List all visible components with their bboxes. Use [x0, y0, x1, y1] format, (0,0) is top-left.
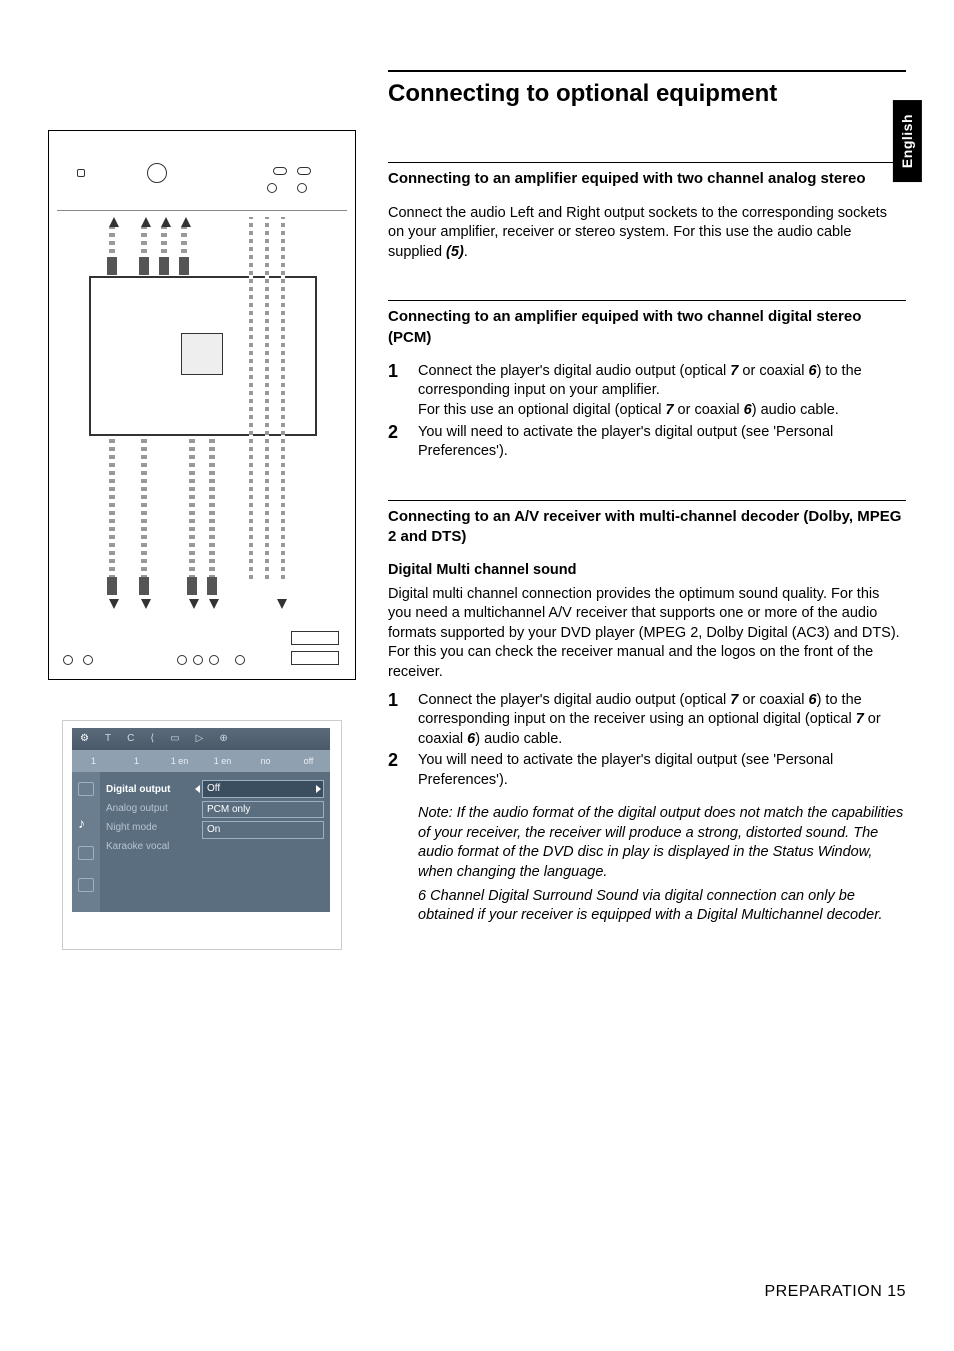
step-item: 1 Connect the player's digital audio out…: [388, 691, 906, 750]
page-title: Connecting to optional equipment: [388, 70, 906, 110]
osd-option: PCM only: [202, 801, 324, 819]
language-tab: English: [893, 100, 922, 182]
osd-menu-item: Karaoke vocal: [106, 837, 190, 856]
step-body: Connect the player's digital audio outpu…: [418, 691, 906, 750]
sub-heading: Digital Multi channel sound: [388, 561, 906, 581]
osd-top-icon: C: [127, 732, 134, 746]
step-number: 2: [388, 423, 404, 462]
connection-diagram: [48, 130, 356, 680]
section-title: Connecting to an amplifier equiped with …: [388, 162, 906, 189]
section-av-receiver: Connecting to an A/V receiver with multi…: [388, 500, 906, 930]
step-item: 2 You will need to activate the player's…: [388, 751, 906, 930]
osd-status: off: [287, 750, 330, 772]
page-footer: PREPARATION 15: [764, 1281, 906, 1303]
osd-status: no: [244, 750, 287, 772]
osd-tab-icon: [78, 878, 94, 892]
osd-top-icon: ⟨: [150, 732, 154, 746]
step-number: 1: [388, 691, 404, 750]
step-item: 2 You will need to activate the player's…: [388, 423, 906, 462]
body-text: Connect the audio Left and Right output …: [388, 204, 906, 263]
step-number: 1: [388, 362, 404, 421]
osd-status: 1 en: [201, 750, 244, 772]
osd-status: 1: [115, 750, 158, 772]
left-column: ⚙ T C ⟨ ▭ ▷ ⊕ 1 1 1 en 1 en no off: [48, 70, 356, 968]
page-content: ⚙ T C ⟨ ▭ ▷ ⊕ 1 1 1 en 1 en no off: [0, 0, 954, 968]
step-body: You will need to activate the player's d…: [418, 751, 906, 930]
right-column: Connecting to optional equipment Connect…: [388, 70, 906, 968]
osd-menu-item: Analog output: [106, 799, 190, 818]
osd-status: 1: [72, 750, 115, 772]
section-digital-stereo: Connecting to an amplifier equiped with …: [388, 300, 906, 461]
section-title: Connecting to an amplifier equiped with …: [388, 300, 906, 348]
osd-tab-icon: [78, 846, 94, 860]
osd-menu-item: Night mode: [106, 818, 190, 837]
osd-top-icon: ⚙: [80, 732, 89, 746]
step-number: 2: [388, 751, 404, 930]
osd-top-icon: ▷: [196, 732, 204, 746]
note-text: 6 Channel Digital Surround Sound via dig…: [418, 887, 906, 926]
osd-menu-item: Digital output: [106, 780, 190, 799]
osd-top-icon: ▭: [170, 732, 179, 746]
step-body: Connect the player's digital audio outpu…: [418, 362, 906, 421]
step-item: 1 Connect the player's digital audio out…: [388, 362, 906, 421]
osd-tab-icon: [78, 782, 94, 796]
osd-option: Off: [202, 780, 324, 798]
section-title: Connecting to an A/V receiver with multi…: [388, 500, 906, 548]
note-text: Note: If the audio format of the digital…: [418, 804, 906, 882]
osd-status: 1 en: [158, 750, 201, 772]
osd-top-icon: ⊕: [219, 732, 227, 746]
step-body: You will need to activate the player's d…: [418, 423, 906, 462]
osd-top-icon: T: [105, 732, 111, 746]
osd-option: On: [202, 821, 324, 839]
section-analog-stereo: Connecting to an amplifier equiped with …: [388, 162, 906, 262]
osd-settings-screenshot: ⚙ T C ⟨ ▭ ▷ ⊕ 1 1 1 en 1 en no off: [62, 720, 342, 950]
body-text: Digital multi channel connection provide…: [388, 585, 906, 683]
osd-tab-music-icon: ♪: [78, 814, 94, 828]
